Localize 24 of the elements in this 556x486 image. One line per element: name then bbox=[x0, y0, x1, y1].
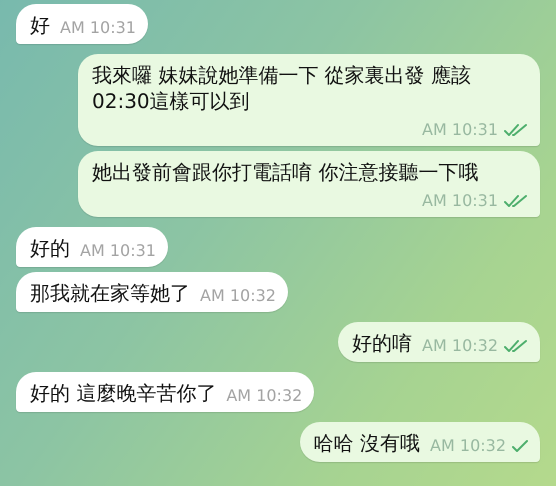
message-time: AM 10:32 bbox=[226, 386, 302, 406]
message-bubble[interactable]: 好 AM 10:31 bbox=[16, 4, 148, 44]
message-text: 好 bbox=[30, 12, 50, 38]
message-bubble[interactable]: 好的 這麼晚辛苦你了 AM 10:32 bbox=[16, 372, 314, 412]
message-time: AM 10:31 bbox=[80, 241, 156, 261]
message-text: 好的 bbox=[30, 235, 70, 261]
message-text: 哈哈 沒有哦 bbox=[314, 430, 420, 456]
message-time: AM 10:31 bbox=[60, 18, 136, 38]
message-text: 好的唷 bbox=[352, 330, 412, 356]
message-bubble[interactable]: 好的唷 AM 10:32 bbox=[338, 322, 540, 362]
message-bubble[interactable]: 她出發前會跟你打電話唷 你注意接聽一下哦 AM 10:31 bbox=[78, 151, 540, 217]
message-text: 好的 這麼晚辛苦你了 bbox=[30, 380, 216, 406]
message-bubble[interactable]: 哈哈 沒有哦 AM 10:32 bbox=[300, 422, 540, 462]
message-time: AM 10:32 bbox=[430, 436, 506, 456]
message-time: AM 10:31 bbox=[422, 120, 498, 140]
message-text: 她出發前會跟你打電話唷 你注意接聽一下哦 bbox=[92, 159, 478, 185]
message-bubble[interactable]: 好的 AM 10:31 bbox=[16, 227, 168, 267]
message-time: AM 10:32 bbox=[200, 286, 276, 306]
message-text: 我來囉 妹妹說她準備一下 從家裏出發 應該02:30這樣可以到 bbox=[92, 62, 472, 114]
message-time: AM 10:32 bbox=[422, 336, 498, 356]
message-text: 那我就在家等她了 bbox=[30, 280, 190, 306]
message-time: AM 10:31 bbox=[422, 191, 498, 211]
message-bubble[interactable]: 我來囉 妹妹說她準備一下 從家裏出發 應該02:30這樣可以到 AM 10:31 bbox=[78, 54, 540, 146]
message-bubble[interactable]: 那我就在家等她了 AM 10:32 bbox=[16, 272, 288, 312]
